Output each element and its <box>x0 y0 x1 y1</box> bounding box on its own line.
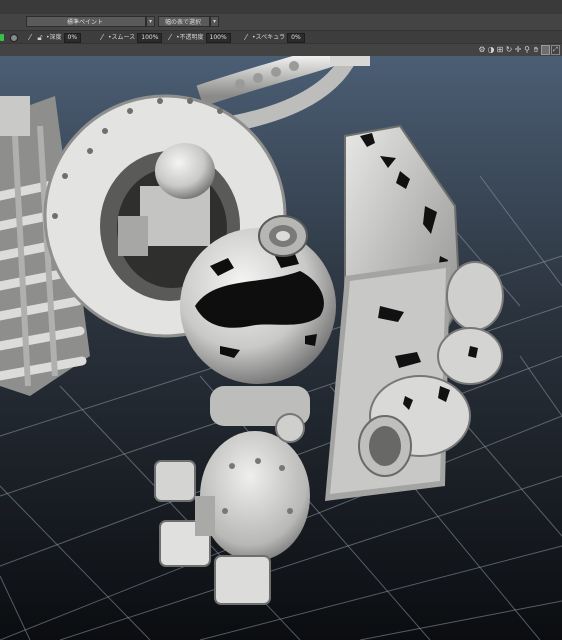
depth-value[interactable]: 0% <box>63 32 82 43</box>
menu-bar <box>0 0 562 15</box>
chevron-down-icon[interactable]: ▾ <box>210 16 219 27</box>
robot-torso <box>200 386 310 561</box>
move-icon[interactable]: ✛ <box>514 45 522 55</box>
specular-label: •スペキュラ <box>252 33 286 41</box>
specular-icon: ⁄ <box>245 32 247 42</box>
camera-icon[interactable]: ◑ <box>487 45 495 55</box>
preset-dropdown[interactable]: 標準ペイント ▾ <box>26 16 155 27</box>
frame-icon[interactable] <box>541 45 550 55</box>
specular-value[interactable]: 0% <box>287 32 305 43</box>
tool-options-bar: 標準ペイント ▾ 幅の表で選択 ▾ <box>0 14 562 30</box>
3d-viewport[interactable] <box>0 56 562 640</box>
rotate-icon[interactable]: ↻ <box>505 45 513 55</box>
maximize-icon[interactable]: ⤢ <box>551 45 560 55</box>
depth-label: •深度 <box>46 33 62 41</box>
viewport-icon-group: ⚙ ◑ ⊞ ↻ ✛ ⚲ ✋︎ ⤢ <box>478 45 560 55</box>
chevron-down-icon[interactable]: ▾ <box>146 16 155 27</box>
smooth-label: •スムース <box>108 33 136 41</box>
smooth-brush-icon: ⁄ <box>101 32 103 42</box>
opacity-icon: ⁄ <box>169 32 171 42</box>
brush-icon: ⁄ <box>29 32 31 42</box>
brush-settings-bar: ⁄ 🔓︎ •深度 0% ⁄ •スムース 100% ⁄ •不透明度 100% ⁄ … <box>0 30 562 44</box>
smooth-control[interactable]: ⁄ •スムース 100% <box>98 32 163 43</box>
depth-control[interactable]: ⁄ 🔓︎ •深度 0% <box>26 32 82 43</box>
status-indicator <box>0 34 4 41</box>
pan-icon[interactable]: ✋︎ <box>532 45 540 55</box>
viewport-header: ⚙ ◑ ⊞ ↻ ✛ ⚲ ✋︎ ⤢ <box>0 43 562 57</box>
grid-icon[interactable]: ⊞ <box>496 45 504 55</box>
opacity-control[interactable]: ⁄ •不透明度 100% <box>166 32 231 43</box>
specular-control[interactable]: ⁄ •スペキュラ 0% <box>242 32 305 43</box>
mode-dropdown[interactable]: 幅の表で選択 ▾ <box>158 16 219 27</box>
opacity-label: •不透明度 <box>176 33 204 41</box>
gear-icon[interactable]: ⚙ <box>478 45 486 55</box>
preset-dropdown-value: 標準ペイント <box>67 19 104 26</box>
smooth-value[interactable]: 100% <box>137 32 163 43</box>
lock-icon[interactable]: 🔓︎ <box>36 33 44 42</box>
opacity-value[interactable]: 100% <box>205 32 231 43</box>
sphere-icon[interactable] <box>10 34 18 42</box>
search-icon[interactable]: ⚲ <box>523 45 531 55</box>
mode-dropdown-value: 幅の表で選択 <box>165 19 202 26</box>
